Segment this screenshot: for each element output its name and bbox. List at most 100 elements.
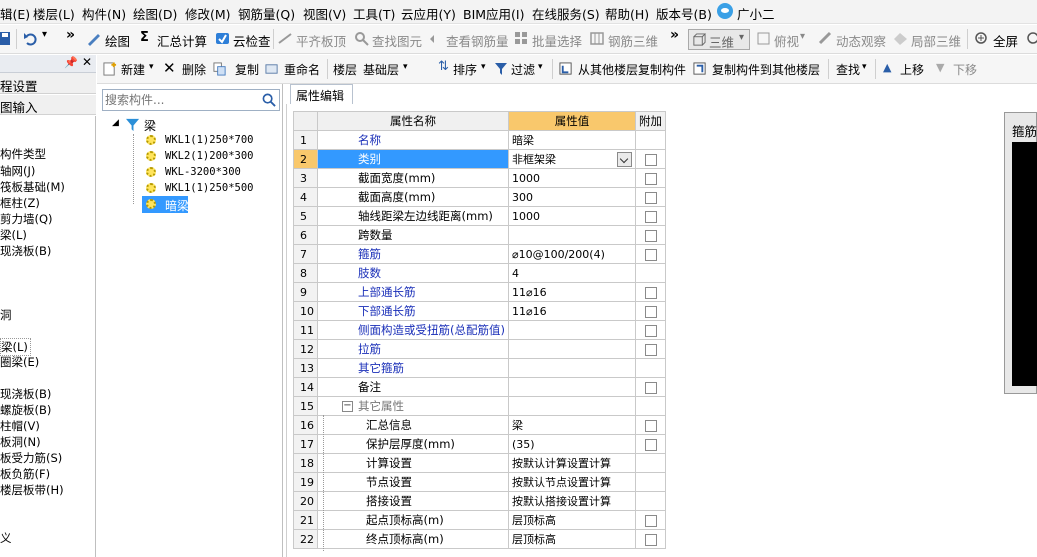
list-item[interactable]: 筏板基础(M)	[0, 179, 65, 195]
property-row[interactable]: 5 轴线距梁左边线距离(mm) 1000	[293, 206, 666, 226]
property-row[interactable]: 18 计算设置 按默认计算设置计算	[293, 453, 666, 473]
batch-select-button[interactable]: 批量选择	[532, 31, 582, 50]
draw-button[interactable]: 绘图	[105, 31, 130, 50]
close-icon[interactable]: ✕	[82, 55, 92, 69]
undo-icon[interactable]	[23, 31, 38, 46]
property-value[interactable]: 300	[507, 187, 636, 207]
property-row[interactable]: 11 侧面构造或受扭筋(总配筋值)	[293, 320, 666, 340]
menu-modify[interactable]: 修改(M)	[185, 4, 231, 23]
copy-from-floor-button[interactable]: 从其他楼层复制构件	[578, 61, 686, 78]
property-value[interactable]	[507, 396, 636, 416]
extra-checkbox[interactable]	[644, 381, 657, 394]
move-up-button[interactable]: 上移	[900, 61, 924, 78]
tree-item[interactable]: WKL1(1)250*500	[165, 182, 254, 194]
property-row[interactable]: 17 保护层厚度(mm) (35)	[293, 434, 666, 454]
extra-checkbox[interactable]	[644, 172, 657, 185]
list-item[interactable]: 柱帽(V)	[0, 418, 40, 434]
dynamic-view-button[interactable]: 动态观察	[836, 31, 886, 50]
tree-item[interactable]: WKL1(1)250*700	[165, 134, 254, 146]
property-value[interactable]: 4	[507, 263, 636, 283]
list-item[interactable]: 梁(L)	[0, 227, 27, 243]
find-element-button[interactable]: 查找图元	[372, 31, 422, 50]
property-value[interactable]: 暗梁	[507, 130, 636, 150]
extra-checkbox[interactable]	[644, 153, 657, 166]
property-value[interactable]: ⌀10@100/200(4)	[507, 244, 636, 264]
property-value[interactable]: 按默认节点设置计算	[507, 472, 636, 492]
list-item[interactable]: 现浇板(B)	[0, 243, 51, 259]
property-row[interactable]: 12 拉筋	[293, 339, 666, 359]
property-row[interactable]: 2 类别 非框架梁	[293, 149, 666, 169]
fullscreen-button[interactable]: 全屏	[993, 31, 1018, 50]
property-value[interactable]: 层顶标高	[507, 529, 636, 549]
property-row[interactable]: 13 其它箍筋	[293, 358, 666, 378]
list-item[interactable]: 楼层板带(H)	[0, 482, 64, 498]
pan-icon[interactable]	[1026, 31, 1037, 46]
top-view-dropdown-icon[interactable]: ▾	[800, 31, 805, 42]
extra-checkbox[interactable]	[644, 343, 657, 356]
property-row[interactable]: 16 汇总信息梁	[293, 415, 666, 435]
filter-button[interactable]: 过滤	[511, 61, 535, 78]
sort-button[interactable]: 排序	[453, 61, 477, 78]
copy-button[interactable]: 复制	[235, 61, 259, 78]
menu-cloud[interactable]: 云应用(Y)	[401, 4, 456, 23]
filter-dropdown-icon[interactable]: ▾	[538, 62, 543, 72]
property-row[interactable]: 7 箍筋 ⌀10@100/200(4)	[293, 244, 666, 264]
property-value[interactable]: 1000	[507, 168, 636, 188]
property-row[interactable]: 20 搭接设置 按默认搭接设置计算	[293, 491, 666, 511]
property-row[interactable]: 21 起点顶标高(m) 层顶标高	[293, 510, 666, 530]
floor-select[interactable]: 基础层	[363, 61, 399, 78]
list-item[interactable]: 框柱(Z)	[0, 195, 40, 211]
property-value[interactable]	[507, 320, 636, 340]
property-row[interactable]: 22 终点顶标高(m) 层顶标高	[293, 529, 666, 549]
extra-checkbox[interactable]	[644, 514, 657, 527]
list-item[interactable]: 剪力墙(Q)	[0, 211, 53, 227]
tree-item[interactable]: WKL-3200*300	[165, 166, 241, 178]
list-item[interactable]: 洞	[0, 307, 12, 323]
menu-help[interactable]: 帮助(H)	[605, 4, 649, 23]
property-value[interactable]: 按默认搭接设置计算	[507, 491, 636, 511]
list-item[interactable]: 现浇板(B)	[0, 386, 51, 402]
tree-root-label[interactable]: 梁	[144, 117, 156, 134]
find-button[interactable]: 查找	[836, 61, 860, 78]
search-input[interactable]	[105, 92, 255, 108]
list-item[interactable]: 圈梁(E)	[0, 354, 39, 370]
menu-assistant[interactable]: 广小二	[737, 4, 775, 23]
delete-button[interactable]: 删除	[182, 61, 206, 78]
property-row[interactable]: 6 跨数量	[293, 225, 666, 245]
view-mode-dropdown[interactable]: 三维 ▾	[688, 29, 750, 50]
menu-bim[interactable]: BIM应用(I)	[463, 4, 525, 23]
list-item[interactable]: 义	[0, 530, 12, 546]
search-icon[interactable]	[262, 93, 276, 107]
property-row[interactable]: 8 肢数 4	[293, 263, 666, 283]
new-button[interactable]: 新建	[121, 61, 145, 78]
property-value[interactable]: 11⌀16	[507, 282, 636, 302]
assistant-icon[interactable]	[717, 3, 733, 19]
sum-calc-button[interactable]: 汇总计算	[157, 31, 207, 50]
menu-edit[interactable]: 辑(E)	[0, 4, 30, 23]
chevron-down-icon[interactable]	[616, 152, 632, 167]
flush-slab-button[interactable]: 平齐板顶	[296, 31, 346, 50]
menu-draw[interactable]: 绘图(D)	[133, 4, 177, 23]
top-view-button[interactable]: 俯视	[774, 31, 799, 50]
sort-dropdown-icon[interactable]: ▾	[481, 62, 486, 72]
property-value[interactable]: 非框架梁	[507, 149, 636, 169]
view-rebar-button[interactable]: 查看钢筋量	[446, 31, 509, 50]
collapse-icon[interactable]: −	[342, 401, 353, 412]
tree-item[interactable]: WKL2(1)200*300	[165, 150, 254, 162]
find-dropdown-icon[interactable]: ▾	[862, 62, 867, 72]
property-value[interactable]	[507, 377, 636, 397]
tree-item-label-selected[interactable]: 暗梁	[165, 197, 189, 214]
property-value[interactable]: 梁	[507, 415, 636, 435]
extra-checkbox[interactable]	[644, 305, 657, 318]
property-row[interactable]: 14 备注	[293, 377, 666, 397]
cloud-check-button[interactable]: 云检查	[233, 31, 271, 50]
save-icon[interactable]	[0, 31, 15, 46]
extra-checkbox[interactable]	[644, 286, 657, 299]
new-dropdown-icon[interactable]: ▾	[149, 62, 154, 72]
undo-dropdown-icon[interactable]: ▾	[42, 29, 47, 40]
property-row[interactable]: 1 名称 暗梁	[293, 130, 666, 150]
list-item[interactable]: 板负筋(F)	[0, 466, 50, 482]
menu-component[interactable]: 构件(N)	[82, 4, 126, 23]
menu-floor[interactable]: 楼层(L)	[33, 4, 75, 23]
partial-3d-button[interactable]: 局部三维	[911, 31, 961, 50]
